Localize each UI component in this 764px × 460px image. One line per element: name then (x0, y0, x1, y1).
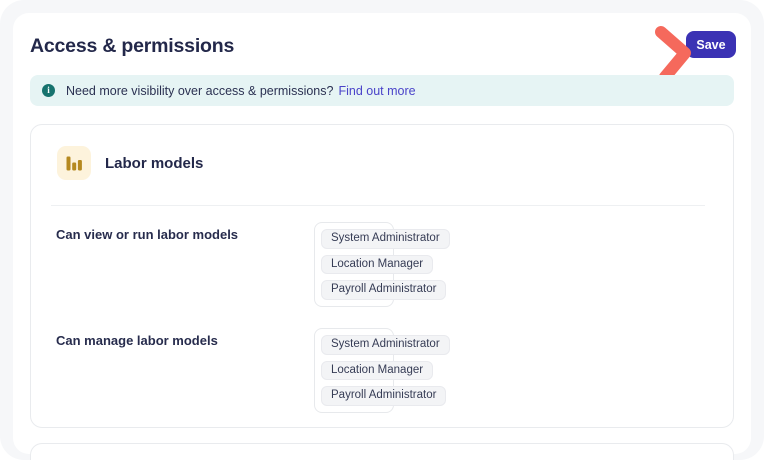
role-tag[interactable]: Payroll Administrator (321, 280, 447, 300)
section-divider (51, 205, 705, 206)
role-tag[interactable]: Location Manager (321, 254, 434, 275)
permission-label: Can view or run labor models (56, 227, 239, 242)
bar-chart-icon (57, 146, 91, 180)
roles-multiselect[interactable]: System Administrator Location Manager Pa… (314, 222, 450, 307)
labor-models-card: Labor models Can view or run labor model… (30, 124, 734, 428)
role-tag[interactable]: System Administrator (321, 335, 450, 355)
role-tag[interactable]: System Administrator (321, 229, 450, 249)
content-panel: Access & permissions Save i Need more vi… (13, 13, 751, 460)
permission-row-manage: Can manage labor models System Administr… (56, 328, 450, 413)
section-title: Labor models (105, 154, 204, 172)
banner-text: Need more visibility over access & permi… (66, 83, 334, 98)
app-window: Access & permissions Save i Need more vi… (0, 0, 764, 460)
role-tag[interactable]: Location Manager (321, 360, 434, 381)
permission-row-view-run: Can view or run labor models System Admi… (56, 222, 450, 307)
next-section-card (30, 443, 734, 460)
info-banner: i Need more visibility over access & per… (30, 75, 734, 106)
save-button[interactable]: Save (686, 31, 736, 58)
permission-label: Can manage labor models (56, 333, 218, 348)
roles-multiselect[interactable]: System Administrator Location Manager Pa… (314, 328, 450, 413)
info-icon: i (42, 84, 55, 97)
page-title: Access & permissions (30, 35, 235, 57)
role-tag[interactable]: Payroll Administrator (321, 386, 447, 406)
section-header: Labor models (57, 146, 203, 180)
find-out-more-link[interactable]: Find out more (338, 84, 415, 98)
